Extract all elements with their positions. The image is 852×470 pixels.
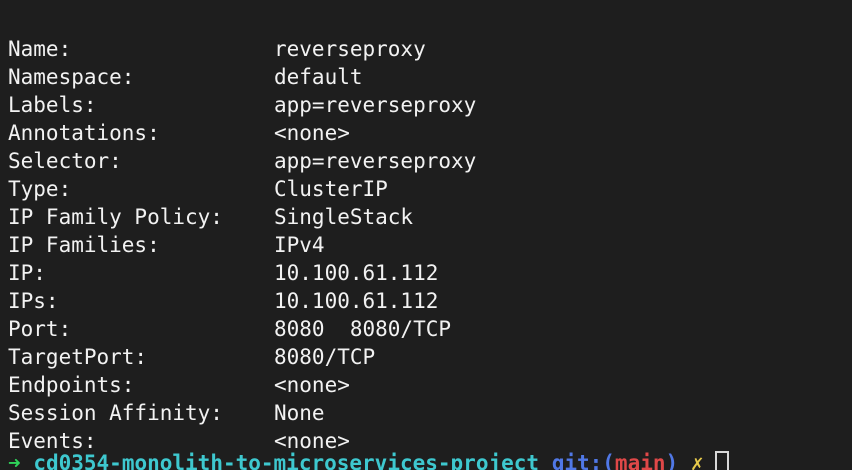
field-value: <none> [274,121,350,145]
field-value: ClusterIP [274,177,388,201]
field-value: IPv4 [274,233,325,257]
output-row: IPs: 10.100.61.112 [8,287,852,315]
output-row: Annotations: <none> [8,119,852,147]
field-key: Session Affinity: [8,401,223,425]
kubectl-describe-output: Name: reverseproxy Namespace: default Labe… [8,35,852,455]
output-row: Endpoints: <none> [8,371,852,399]
output-row: Session Affinity: None [8,399,852,427]
field-key: Namespace: [8,65,135,89]
field-value: 8080/TCP [274,345,376,369]
field-key: Name: [8,37,72,61]
field-key: Port: [8,317,72,341]
field-value: SingleStack [274,205,414,229]
field-key: Labels: [8,93,97,117]
field-value: reverseproxy [274,37,426,61]
output-row: IP Family Policy: SingleStack [8,203,852,231]
field-value: app=reverseproxy [274,93,477,117]
field-value: None [274,401,325,425]
prompt-branch: main [614,451,666,470]
field-value: 8080 8080/TCP [274,317,452,341]
text-cursor[interactable] [715,451,730,470]
field-key: Endpoints: [8,373,135,397]
field-value: app=reverseproxy [274,149,477,173]
prompt-git-label: git:( [551,451,615,470]
terminal-window[interactable]: Name: reverseproxy Namespace: default Labe… [0,0,852,470]
output-row: Selector: app=reverseproxy [8,147,852,175]
output-row: IP Families: IPv4 [8,231,852,259]
field-value: <none> [274,373,350,397]
prompt-dirty-marker: ✗ [690,451,704,470]
field-key: IP: [8,261,46,285]
output-row: IP: 10.100.61.112 [8,259,852,287]
prompt-directory: cd0354-monolith-to-microservices-project [33,451,540,470]
field-key: IP Families: [8,233,160,257]
field-value: 10.100.61.112 [274,289,439,313]
field-key: Type: [8,177,72,201]
output-row: Labels: app=reverseproxy [8,91,852,119]
field-key: IP Family Policy: [8,205,223,229]
output-row: TargetPort: 8080/TCP [8,343,852,371]
prompt-arrow-icon: ➜ [8,451,21,470]
shell-prompt[interactable]: ➜ cd0354-monolith-to-microservices-proje… [8,449,730,470]
field-key: TargetPort: [8,345,148,369]
prompt-git-close: ) [665,451,679,470]
field-value: default [274,65,363,89]
field-key: Selector: [8,149,122,173]
output-row: Name: reverseproxy [8,35,852,63]
field-value: 10.100.61.112 [274,261,439,285]
output-row: Port: 8080 8080/TCP [8,315,852,343]
output-row: Namespace: default [8,63,852,91]
field-key: Annotations: [8,121,160,145]
output-row: Type: ClusterIP [8,175,852,203]
field-key: IPs: [8,289,59,313]
